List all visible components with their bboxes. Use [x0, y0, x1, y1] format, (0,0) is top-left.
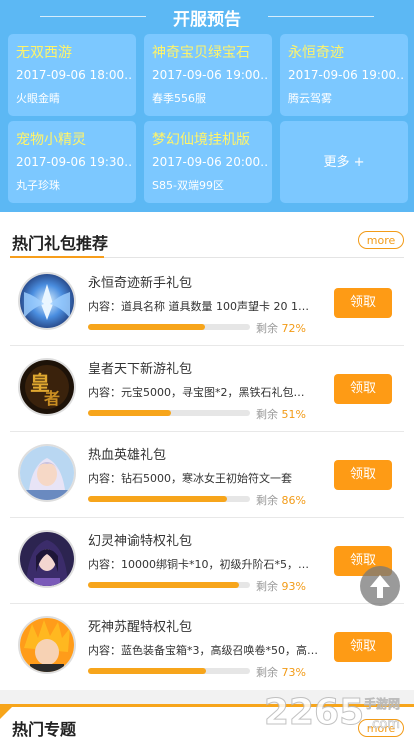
site-watermark-logo: 2265 手游网 .com [264, 684, 414, 738]
claim-button[interactable]: 领取 [334, 288, 392, 318]
server-card[interactable]: 梦幻仙境挂机版 2017-09-06 20:00… S85-双端99区 [144, 121, 272, 203]
claim-button[interactable]: 领取 [334, 460, 392, 490]
watermark-domain: .com [368, 717, 400, 732]
gift-row[interactable]: 幻灵神谕特权礼包 内容：10000绑铜卡*10，初级升阶石*5，… 剩余 93%… [0, 518, 414, 604]
remaining-progress-bar [88, 324, 250, 330]
heroine-icon [20, 446, 74, 500]
preview-header: 开服预告 [0, 0, 414, 32]
gift-more-button[interactable]: more [358, 231, 404, 249]
angel-warrior-icon [20, 274, 74, 328]
server-name: 火眼金睛 [16, 92, 60, 105]
gift-content: 内容：钻石5000，寒冰女王初始符文一套 [88, 472, 292, 485]
game-name: 宠物小精灵 [16, 132, 86, 148]
open-time: 2017-09-06 18:00… [16, 68, 132, 82]
anime-hero-icon [20, 618, 74, 672]
remaining-progress-fill [88, 324, 205, 330]
remaining-progress-bar [88, 582, 250, 588]
watermark-sub: 手游网 [364, 696, 400, 711]
header-divider-right [268, 16, 374, 17]
remaining-label: 剩余 [256, 408, 278, 421]
game-name: 神奇宝贝绿宝石 [152, 45, 250, 61]
remaining-text: 剩余 73% [256, 664, 306, 680]
svg-text:者: 者 [43, 389, 60, 408]
server-name: 春季556服 [152, 92, 206, 105]
gift-section-title: 热门礼包推荐 [12, 234, 109, 253]
remaining-percent: 93% [281, 580, 306, 593]
remaining-label: 剩余 [256, 494, 278, 507]
server-name: 丸子珍珠 [16, 179, 60, 192]
game-name: 永恒奇迹 [288, 45, 344, 61]
open-time: 2017-09-06 20:00… [152, 155, 268, 169]
gift-name: 皇者天下新游礼包 [88, 362, 193, 377]
gift-name: 永恒奇迹新手礼包 [88, 276, 193, 291]
gift-content: 内容：道具名称 道具数量 100声望卡 20 1… [88, 300, 309, 313]
topic-section-title: 热门专题 [12, 720, 77, 739]
claim-button[interactable]: 领取 [334, 374, 392, 404]
remaining-progress-bar [88, 668, 250, 674]
remaining-text: 剩余 93% [256, 578, 306, 594]
remaining-text: 剩余 86% [256, 492, 306, 508]
remaining-label: 剩余 [256, 580, 278, 593]
remaining-percent: 73% [281, 666, 306, 679]
game-name: 梦幻仙境挂机版 [152, 132, 250, 148]
claim-button[interactable]: 领取 [334, 632, 392, 662]
remaining-label: 剩余 [256, 666, 278, 679]
gift-content: 内容：蓝色装备宝箱*3，高级召唤卷*50，高… [88, 644, 318, 657]
gift-name: 幻灵神谕特权礼包 [88, 534, 193, 549]
section-title-underline [10, 256, 104, 258]
gift-name: 死神苏醒特权礼包 [88, 620, 193, 635]
gift-row[interactable]: 皇 者 皇者天下新游礼包 内容：元宝5000，寻宝图*2，黑铁石礼包… 剩余 5… [0, 346, 414, 432]
gift-row[interactable]: 永恒奇迹新手礼包 内容：道具名称 道具数量 100声望卡 20 1… 剩余 72… [0, 260, 414, 346]
gift-name: 热血英雄礼包 [88, 448, 167, 463]
arrow-up-icon [370, 575, 390, 598]
server-card[interactable]: 无双西游 2017-09-06 18:00… 火眼金睛 [8, 34, 136, 116]
game-name: 无双西游 [16, 45, 72, 61]
more-servers-label: 更多 + [323, 155, 365, 170]
remaining-progress-fill [88, 582, 239, 588]
remaining-percent: 51% [281, 408, 306, 421]
remaining-progress-bar [88, 410, 250, 416]
gift-content: 内容：10000绑铜卡*10，初级升阶石*5，… [88, 558, 309, 571]
gift-row[interactable]: 热血英雄礼包 内容：钻石5000，寒冰女王初始符文一套 剩余 86% 领取 [0, 432, 414, 518]
open-time: 2017-09-06 19:30… [16, 155, 132, 169]
server-card[interactable]: 神奇宝贝绿宝石 2017-09-06 19:00… 春季556服 [144, 34, 272, 116]
open-time: 2017-09-06 19:00… [152, 68, 268, 82]
remaining-percent: 72% [281, 322, 306, 335]
server-preview-panel: 开服预告 无双西游 2017-09-06 18:00… 火眼金睛 神奇宝贝绿宝石… [0, 0, 414, 212]
remaining-progress-bar [88, 496, 250, 502]
gift-content: 内容：元宝5000，寻宝图*2，黑铁石礼包… [88, 386, 305, 399]
server-card[interactable]: 永恒奇迹 2017-09-06 19:00… 腾云驾雾 [280, 34, 408, 116]
sorceress-icon [20, 532, 74, 586]
server-name: S85-双端99区 [152, 179, 224, 192]
remaining-progress-fill [88, 668, 207, 674]
preview-title: 开服预告 [173, 10, 241, 30]
remaining-text: 剩余 51% [256, 406, 306, 422]
more-servers-button[interactable]: 更多 + [280, 121, 408, 203]
watermark-number: 2265 [264, 692, 364, 733]
remaining-progress-fill [88, 496, 228, 502]
server-card[interactable]: 宠物小精灵 2017-09-06 19:30… 丸子珍珠 [8, 121, 136, 203]
remaining-progress-fill [88, 410, 171, 416]
server-name: 腾云驾雾 [288, 92, 332, 105]
gift-row[interactable]: 死神苏醒特权礼包 内容：蓝色装备宝箱*3，高级召唤卷*50，高… 剩余 73% … [0, 604, 414, 690]
emperor-logo-icon: 皇 者 [20, 360, 74, 414]
scroll-to-top-button[interactable] [360, 566, 400, 606]
remaining-label: 剩余 [256, 322, 278, 335]
remaining-percent: 86% [281, 494, 306, 507]
open-time: 2017-09-06 19:00… [288, 68, 404, 82]
remaining-text: 剩余 72% [256, 320, 306, 336]
